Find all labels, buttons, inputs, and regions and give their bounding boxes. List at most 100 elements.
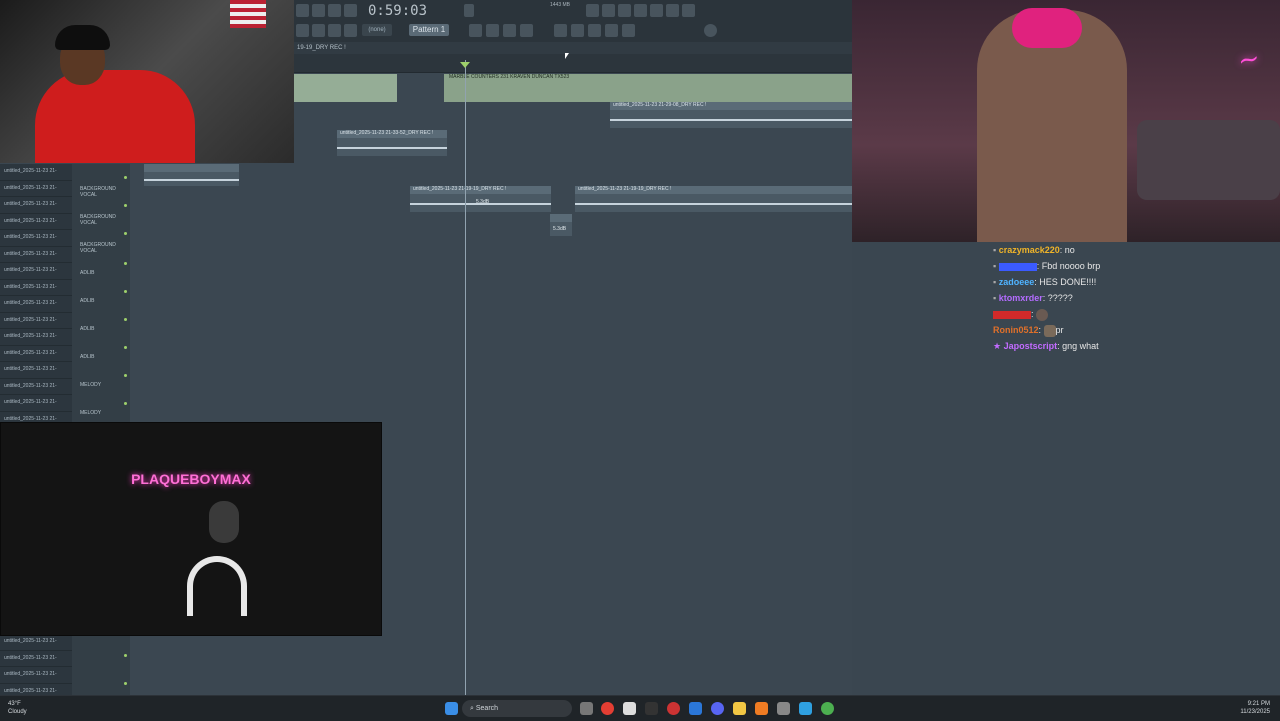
menu-icon[interactable] (296, 4, 309, 17)
playlist-icon[interactable] (469, 24, 482, 37)
browser-file[interactable]: untitled_2025-11-23 21- (0, 395, 72, 412)
track-name[interactable]: BACKGROUND VOCAL (80, 186, 130, 198)
taskbar-search[interactable]: ⌕ Search (462, 700, 572, 717)
download-icon[interactable] (682, 4, 695, 17)
tool-icon[interactable] (588, 24, 601, 37)
track-led-icon[interactable] (124, 232, 127, 235)
fl-studio-icon[interactable] (755, 702, 768, 715)
start-icon[interactable] (445, 702, 458, 715)
app-icon[interactable] (667, 702, 680, 715)
export-icon[interactable] (622, 24, 635, 37)
discord-icon[interactable] (711, 702, 724, 715)
browser-file[interactable]: untitled_2025-11-23 21- (0, 296, 72, 313)
folder-icon[interactable] (733, 702, 746, 715)
audio-clip[interactable]: untitled_2025-11-23 21-19-19_DRY REC ! 5… (410, 186, 551, 212)
stop-icon[interactable] (344, 4, 357, 17)
audio-clip[interactable]: untitled_2025-11-23 21-29-08_DRY REC ! (610, 102, 852, 128)
app-icon[interactable] (689, 702, 702, 715)
browser-file[interactable]: untitled_2025-11-23 21- (0, 651, 72, 667)
browser-file[interactable]: untitled_2025-11-23 21- (0, 164, 72, 181)
track-name[interactable]: MELODY (80, 382, 101, 388)
track-led-icon[interactable] (124, 374, 127, 377)
volume-slider[interactable] (464, 4, 474, 17)
delete-icon[interactable] (344, 24, 357, 37)
audio-clip[interactable]: untitled_2025-11-23 21-33-52_DRY REC ! (337, 130, 447, 156)
track-led-icon[interactable] (124, 654, 127, 657)
audio-clip[interactable] (144, 164, 239, 186)
track-led-icon[interactable] (124, 176, 127, 179)
mixer-view-icon[interactable] (520, 24, 533, 37)
playhead-line[interactable] (465, 60, 466, 695)
browser-file[interactable]: untitled_2025-11-23 21- (0, 362, 72, 379)
snap-select[interactable]: (none) (362, 24, 392, 36)
piano-roll-icon[interactable] (486, 24, 499, 37)
tempo-icon[interactable] (312, 4, 325, 17)
paint-icon[interactable] (328, 24, 341, 37)
track-led-icon[interactable] (124, 318, 127, 321)
track-led-icon[interactable] (124, 682, 127, 685)
audio-clip[interactable]: untitled_2025-11-23 21-19-19_DRY REC ! (575, 186, 852, 212)
track-name[interactable]: ADLIB (80, 298, 94, 304)
browser-file[interactable]: untitled_2025-11-23 21- (0, 197, 72, 214)
track-name[interactable]: ADLIB (80, 354, 94, 360)
obs-icon[interactable] (645, 702, 658, 715)
browser-file[interactable]: untitled_2025-11-23 21- (0, 263, 72, 280)
track-name[interactable]: MELODY (80, 410, 101, 416)
audio-clip[interactable] (294, 74, 397, 102)
settings-icon[interactable] (777, 702, 790, 715)
browser-file[interactable]: untitled_2025-11-23 21- (0, 247, 72, 263)
browser-file[interactable]: untitled_2025-11-23 21- (0, 329, 72, 346)
mic-icon[interactable] (571, 24, 584, 37)
track-name[interactable]: ADLIB (80, 326, 94, 332)
mic-icon[interactable] (618, 4, 631, 17)
track-led-icon[interactable] (124, 346, 127, 349)
help-icon[interactable] (634, 4, 647, 17)
weather-temp: 43°F (8, 701, 21, 707)
track-name[interactable]: ADLIB (80, 270, 94, 276)
photos-icon[interactable] (799, 702, 812, 715)
weather-widget[interactable]: 43°F Cloudy (8, 700, 27, 716)
browser-file[interactable]: untitled_2025-11-23 21- (0, 634, 72, 651)
browser-file[interactable]: untitled_2025-11-23 21- (0, 230, 72, 247)
link-icon[interactable] (312, 24, 325, 37)
browser-file[interactable]: untitled_2025-11-23 21- (0, 214, 72, 230)
audio-clip[interactable]: 5.3dB (550, 214, 572, 236)
browser-file[interactable]: untitled_2025-11-23 21- (0, 181, 72, 197)
chrome-icon[interactable] (821, 702, 834, 715)
song-time-display: 0:59:03 (368, 3, 428, 19)
task-view-icon[interactable] (580, 702, 593, 715)
channel-rack-icon[interactable] (503, 24, 516, 37)
system-clock[interactable]: 9:21 PM 11/23/2025 (1240, 700, 1270, 716)
browser-file[interactable]: untitled_2025-11-23 21- (0, 379, 72, 395)
timeline-ruler[interactable] (294, 54, 852, 73)
browser-file-list: untitled_2025-11-23 21- untitled_2025-11… (0, 164, 72, 428)
track-led-icon[interactable] (124, 290, 127, 293)
edit-icon[interactable] (296, 24, 309, 37)
track-name[interactable]: BACKGROUND VOCAL (80, 214, 130, 226)
mixer-icon[interactable] (602, 4, 615, 17)
undo-icon[interactable] (586, 4, 599, 17)
track-led-icon[interactable] (124, 204, 127, 207)
pattern-select[interactable]: Pattern 1 (409, 24, 449, 36)
browser-icon[interactable] (650, 4, 663, 17)
info-icon[interactable] (666, 4, 679, 17)
settings-icon[interactable] (704, 24, 717, 37)
track-led-icon[interactable] (124, 402, 127, 405)
audio-clip-main[interactable]: MARBLE COUNTERS 231 KRAVEN DUNCAN TX523 (444, 74, 852, 102)
microphone-icon (209, 501, 239, 543)
chat-message: ▪ zadoeee: HES DONE!!!! (993, 277, 1097, 287)
browser-file[interactable]: untitled_2025-11-23 21- (0, 346, 72, 362)
chat-badge-icon: ▪ (993, 245, 997, 255)
record-icon[interactable] (328, 4, 341, 17)
chrome-icon[interactable] (601, 702, 614, 715)
cut-icon[interactable] (605, 24, 618, 37)
track-led-icon[interactable] (124, 262, 127, 265)
chat-badge-icon: ★ (993, 341, 1002, 351)
notepad-icon[interactable] (623, 702, 636, 715)
plugin-icon[interactable] (554, 24, 567, 37)
browser-file[interactable]: untitled_2025-11-23 21- (0, 313, 72, 329)
playhead-marker-icon[interactable] (460, 62, 470, 68)
track-name[interactable]: BACKGROUND VOCAL (80, 242, 130, 254)
browser-file[interactable]: untitled_2025-11-23 21- (0, 280, 72, 296)
browser-file[interactable]: untitled_2025-11-23 21- (0, 667, 72, 684)
